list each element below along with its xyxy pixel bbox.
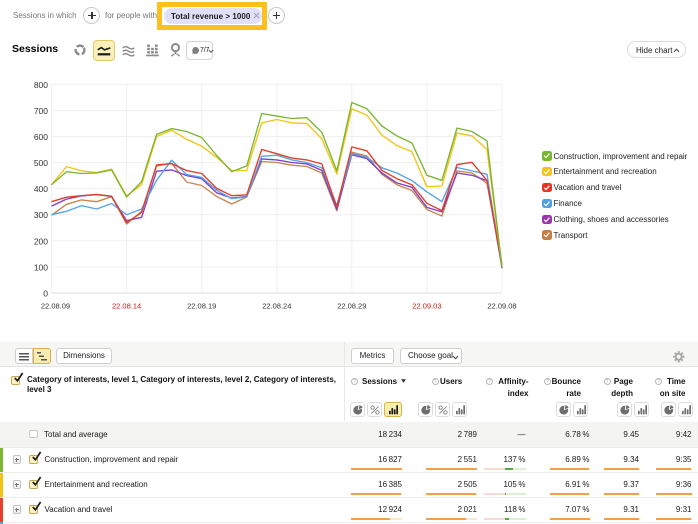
- svg-text:200: 200: [34, 236, 48, 246]
- svg-text:22.08.19: 22.08.19: [187, 302, 216, 311]
- svg-text:0: 0: [43, 289, 48, 299]
- svg-text:22.09.08: 22.09.08: [487, 302, 516, 311]
- svg-text:22.08.09: 22.08.09: [41, 302, 70, 311]
- svg-text:22.08.24: 22.08.24: [262, 302, 291, 311]
- svg-text:100: 100: [34, 262, 48, 272]
- svg-text:300: 300: [34, 210, 48, 220]
- svg-text:22.08.29: 22.08.29: [337, 302, 366, 311]
- svg-text:22.08.14: 22.08.14: [112, 302, 141, 311]
- svg-text:22.09.03: 22.09.03: [412, 302, 441, 311]
- svg-text:500: 500: [34, 158, 48, 168]
- svg-text:400: 400: [34, 184, 48, 194]
- svg-text:700: 700: [34, 106, 48, 116]
- svg-text:600: 600: [34, 132, 48, 142]
- svg-text:800: 800: [34, 80, 48, 90]
